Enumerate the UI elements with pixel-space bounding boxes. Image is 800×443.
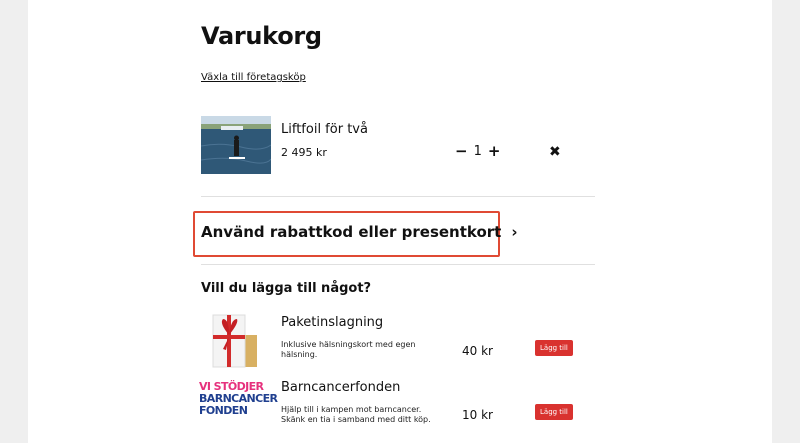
quantity-value: 1 xyxy=(473,144,482,159)
switch-to-business-link[interactable]: Växla till företagsköp xyxy=(201,72,306,83)
product-price: 2 495 kr xyxy=(281,146,327,159)
add-gift-wrap-button[interactable]: Lägg till xyxy=(535,340,573,356)
gift-wrap-image xyxy=(207,307,267,369)
addon-description: Inklusive hälsningskort med egen hälsnin… xyxy=(281,340,416,359)
barncancerfonden-logo: VI STÖDJER BARNCANCER FONDEN xyxy=(199,381,278,427)
divider xyxy=(201,264,595,265)
remove-item-icon[interactable]: ✖ xyxy=(549,144,561,160)
addon-name: Paketinslagning xyxy=(281,315,384,330)
addon-name: Barncancerfonden xyxy=(281,380,401,395)
product-name: Liftfoil för två xyxy=(281,122,368,137)
product-thumbnail xyxy=(201,116,271,174)
addon-description: Hjälp till i kampen mot barncancer. Skän… xyxy=(281,405,431,424)
page-title: Varukorg xyxy=(201,22,322,50)
addons-heading: Vill du lägga till något? xyxy=(201,281,372,296)
plus-icon[interactable]: + xyxy=(488,144,501,159)
discount-code-toggle[interactable]: Använd rabattkod eller presentkort › xyxy=(201,223,518,241)
add-donation-button[interactable]: Lägg till xyxy=(535,404,573,420)
addon-price: 40 kr xyxy=(462,344,493,358)
divider xyxy=(201,196,595,197)
logo-line-3: FONDEN xyxy=(199,404,248,417)
discount-label: Använd rabattkod eller presentkort xyxy=(201,223,502,241)
chevron-right-icon: › xyxy=(511,223,518,241)
addon-price: 10 kr xyxy=(462,408,493,422)
minus-icon[interactable]: − xyxy=(455,144,468,159)
quantity-stepper: − 1 + xyxy=(455,144,501,160)
